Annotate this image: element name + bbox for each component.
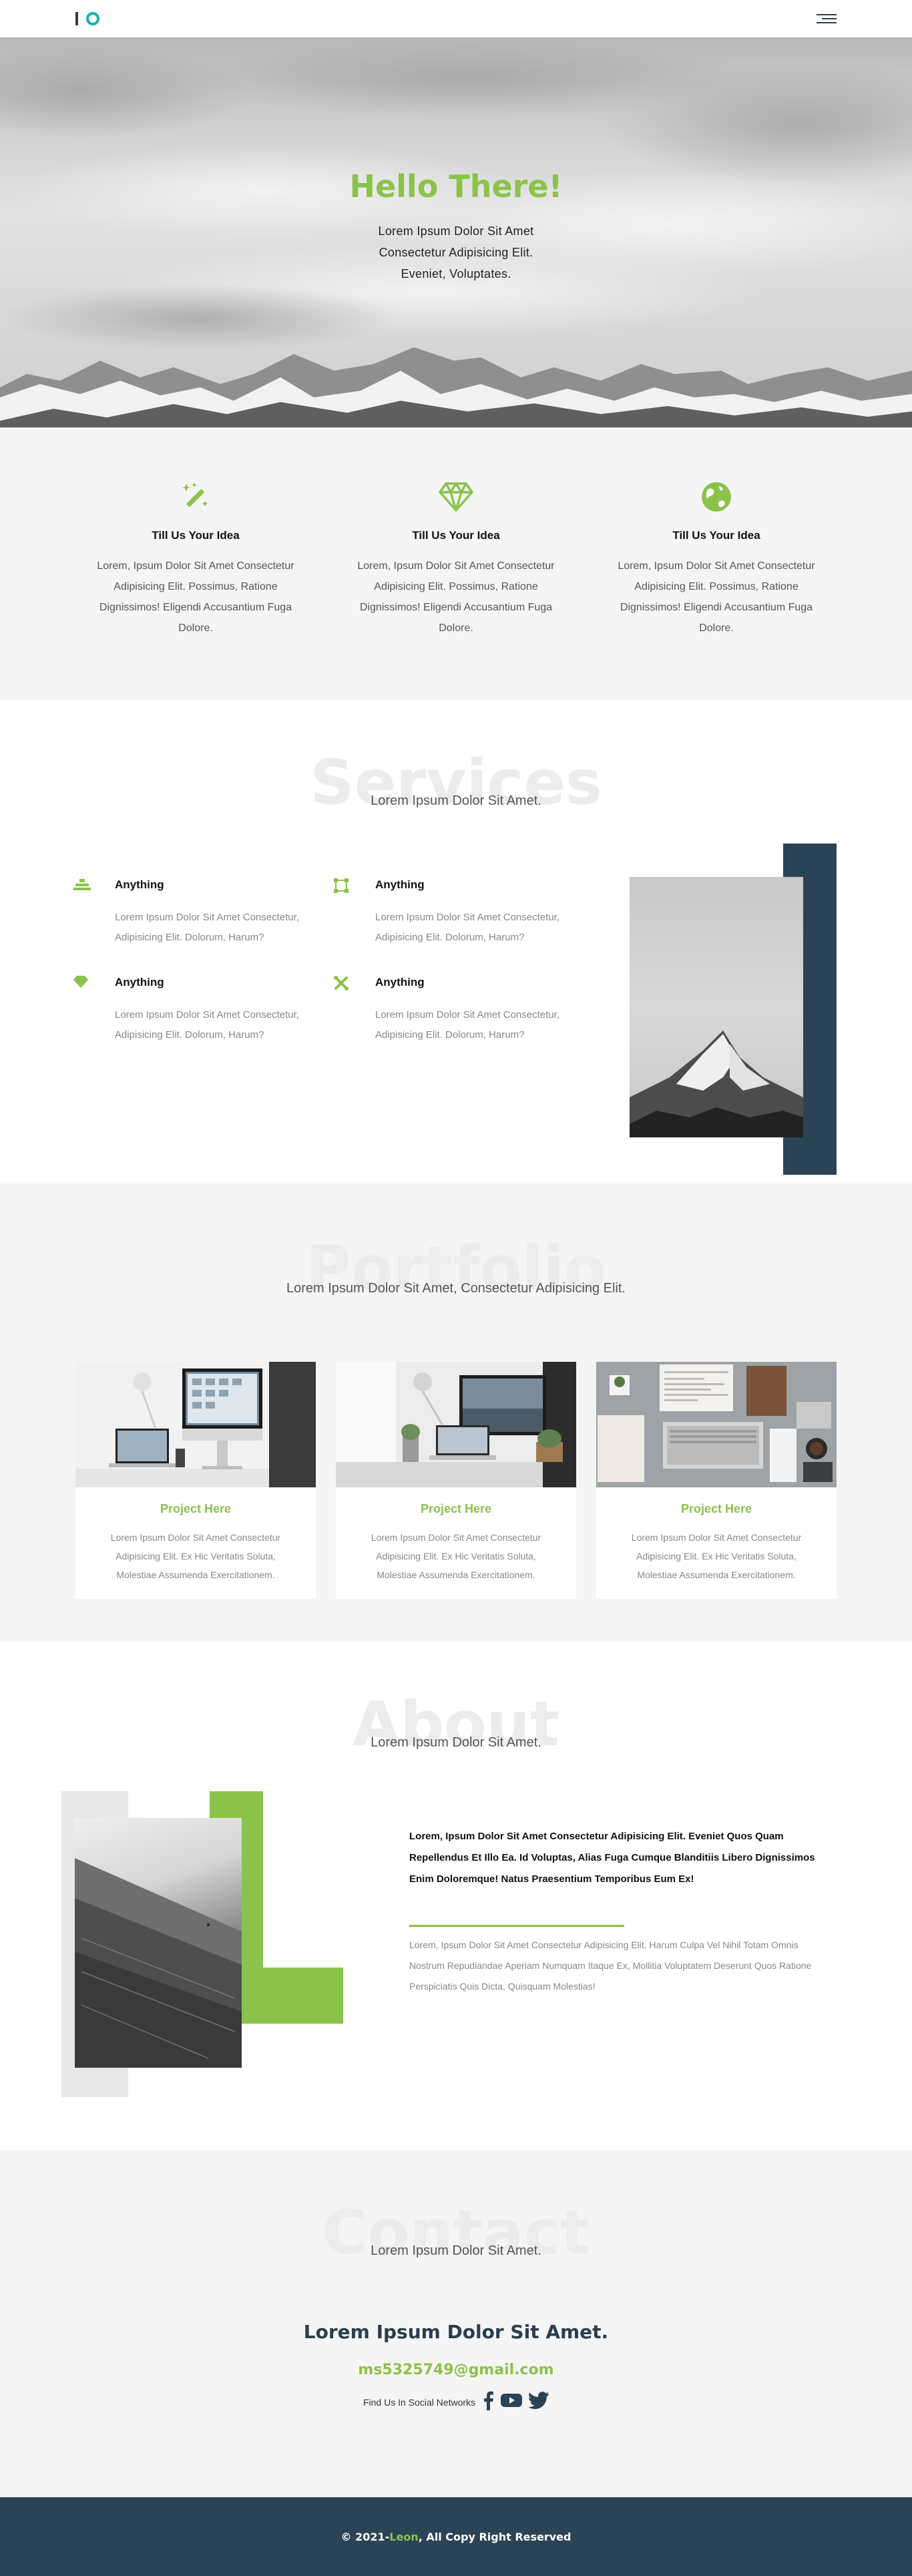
feature-text: Lorem, Ipsum Dolor Sit Amet Consectetur … bbox=[618, 560, 815, 634]
twitter-icon[interactable] bbox=[528, 2392, 549, 2412]
diamond-icon bbox=[326, 480, 586, 514]
logo-ring-icon bbox=[86, 12, 99, 25]
contact-title: Lorem Ipsum Dolor Sit Amet. bbox=[303, 2321, 609, 2343]
about-text-block: Lorem, Ipsum Dolor Sit Amet Consectetur … bbox=[409, 1826, 830, 1997]
hamburger-icon bbox=[817, 14, 837, 15]
footer: © 2021-Leon, All Copy Right Reserved bbox=[0, 2497, 912, 2576]
feature-title: Till Us Your Idea bbox=[152, 529, 240, 542]
services-grid: Anything Lorem Ipsum Dolor Sit Amet Cons… bbox=[73, 877, 594, 1045]
social-row: Find Us In Social Networks bbox=[0, 2390, 912, 2414]
hero-title: Hello There! bbox=[349, 168, 563, 204]
about-divider bbox=[409, 1925, 624, 1927]
service-item: Anything Lorem Ipsum Dolor Sit Amet Cons… bbox=[334, 877, 594, 948]
project-title[interactable]: Project Here bbox=[596, 1502, 837, 1516]
project-text: Lorem Ipsum Dolor Sit Amet Consectetur A… bbox=[110, 1532, 281, 1580]
service-item: Anything Lorem Ipsum Dolor Sit Amet Cons… bbox=[73, 877, 334, 948]
facebook-icon[interactable] bbox=[483, 2390, 494, 2414]
project-text: Lorem Ipsum Dolor Sit Amet Consectetur A… bbox=[631, 1532, 802, 1580]
features-section: Till Us Your Idea Lorem, Ipsum Dolor Sit… bbox=[0, 427, 912, 700]
contact-body: Lorem Ipsum Dolor Sit Amet. ms5325749@gm… bbox=[0, 2321, 912, 2414]
service-text: Lorem Ipsum Dolor Sit Amet Consectetur, … bbox=[375, 912, 559, 943]
feature-title: Till Us Your Idea bbox=[672, 529, 760, 542]
project-title[interactable]: Project Here bbox=[75, 1502, 316, 1516]
portfolio-cards: Project Here Lorem Ipsum Dolor Sit Amet … bbox=[75, 1362, 837, 1599]
social-icons bbox=[483, 2390, 549, 2414]
contact-email-link[interactable]: ms5325749@gmail.com bbox=[0, 2362, 912, 2378]
service-title: Anything bbox=[115, 878, 164, 891]
top-navbar bbox=[0, 0, 912, 37]
tools-icon bbox=[334, 974, 362, 1045]
service-text: Lorem Ipsum Dolor Sit Amet Consectetur, … bbox=[115, 1009, 299, 1041]
service-text: Lorem Ipsum Dolor Sit Amet Consectetur, … bbox=[375, 1009, 559, 1041]
vector-square-icon bbox=[334, 877, 362, 948]
portfolio-subtitle: Lorem Ipsum Dolor Sit Amet, Consectetur … bbox=[286, 1281, 626, 1296]
feature-card: Till Us Your Idea Lorem, Ipsum Dolor Sit… bbox=[586, 480, 847, 700]
services-image-block bbox=[630, 844, 837, 1175]
service-title: Anything bbox=[375, 976, 425, 988]
services-heading: Services Lorem Ipsum Dolor Sit Amet. bbox=[0, 749, 912, 816]
about-section: About Lorem Ipsum Dolor Sit Amet. Lorem,… bbox=[0, 1642, 912, 2150]
project-card[interactable]: Project Here Lorem Ipsum Dolor Sit Amet … bbox=[336, 1362, 576, 1599]
feature-card: Till Us Your Idea Lorem, Ipsum Dolor Sit… bbox=[65, 480, 326, 700]
contact-section: Contact Lorem Ipsum Dolor Sit Amet. Lore… bbox=[0, 2150, 912, 2497]
project-text: Lorem Ipsum Dolor Sit Amet Consectetur A… bbox=[371, 1532, 541, 1580]
hero-content: Hello There! Lorem Ipsum Dolor Sit Amet … bbox=[0, 168, 912, 285]
contact-subtitle: Lorem Ipsum Dolor Sit Amet. bbox=[371, 2243, 541, 2258]
youtube-icon[interactable] bbox=[501, 2392, 523, 2412]
gem-icon bbox=[73, 974, 101, 1045]
service-text: Lorem Ipsum Dolor Sit Amet Consectetur, … bbox=[115, 912, 299, 943]
service-title: Anything bbox=[115, 976, 164, 988]
project-card[interactable]: Project Here Lorem Ipsum Dolor Sit Amet … bbox=[75, 1362, 316, 1599]
services-section: Services Lorem Ipsum Dolor Sit Amet. Any… bbox=[0, 700, 912, 1183]
service-item: Anything Lorem Ipsum Dolor Sit Amet Cons… bbox=[73, 974, 334, 1045]
layers-icon bbox=[73, 877, 101, 948]
magic-wand-icon bbox=[65, 480, 326, 514]
about-image-block bbox=[61, 1791, 343, 2097]
project-card[interactable]: Project Here Lorem Ipsum Dolor Sit Amet … bbox=[596, 1362, 837, 1599]
project-image-laptop bbox=[336, 1362, 576, 1487]
about-bold-text: Lorem, Ipsum Dolor Sit Amet Consectetur … bbox=[409, 1831, 815, 1885]
contact-heading: Contact Lorem Ipsum Dolor Sit Amet. bbox=[0, 2199, 912, 2266]
feature-text: Lorem, Ipsum Dolor Sit Amet Consectetur … bbox=[357, 560, 555, 634]
social-label: Find Us In Social Networks bbox=[363, 2396, 476, 2408]
hero-text: Lorem Ipsum Dolor Sit Amet Consectetur A… bbox=[378, 224, 534, 281]
about-light-text: Lorem, Ipsum Dolor Sit Amet Consectetur … bbox=[409, 1940, 812, 1992]
services-mountain-image bbox=[630, 877, 803, 1137]
about-heading: About Lorem Ipsum Dolor Sit Amet. bbox=[0, 1691, 912, 1758]
logo-bar-icon bbox=[75, 12, 78, 25]
service-title: Anything bbox=[375, 878, 425, 891]
project-image-flatlay bbox=[596, 1362, 837, 1487]
feature-title: Till Us Your Idea bbox=[412, 529, 500, 542]
hamburger-menu-button[interactable] bbox=[817, 14, 837, 23]
about-subtitle: Lorem Ipsum Dolor Sit Amet. bbox=[371, 1735, 541, 1750]
footer-brand[interactable]: Leon bbox=[389, 2531, 418, 2543]
feature-card: Till Us Your Idea Lorem, Ipsum Dolor Sit… bbox=[326, 480, 586, 700]
services-subtitle: Lorem Ipsum Dolor Sit Amet. bbox=[371, 793, 541, 808]
project-title[interactable]: Project Here bbox=[336, 1502, 576, 1516]
hero-section: Hello There! Lorem Ipsum Dolor Sit Amet … bbox=[0, 37, 912, 427]
hero-mountains bbox=[0, 347, 912, 427]
site-logo[interactable] bbox=[75, 12, 99, 25]
portfolio-heading: Portfolio Lorem Ipsum Dolor Sit Amet, Co… bbox=[0, 1236, 912, 1302]
service-item: Anything Lorem Ipsum Dolor Sit Amet Cons… bbox=[334, 974, 594, 1045]
about-photo bbox=[75, 1818, 242, 2068]
project-image-desk bbox=[75, 1362, 316, 1487]
footer-copyright: © 2021-Leon, All Copy Right Reserved bbox=[340, 2530, 572, 2543]
feature-text: Lorem, Ipsum Dolor Sit Amet Consectetur … bbox=[97, 560, 294, 634]
globe-icon bbox=[586, 480, 847, 514]
portfolio-section: Portfolio Lorem Ipsum Dolor Sit Amet, Co… bbox=[0, 1183, 912, 1642]
